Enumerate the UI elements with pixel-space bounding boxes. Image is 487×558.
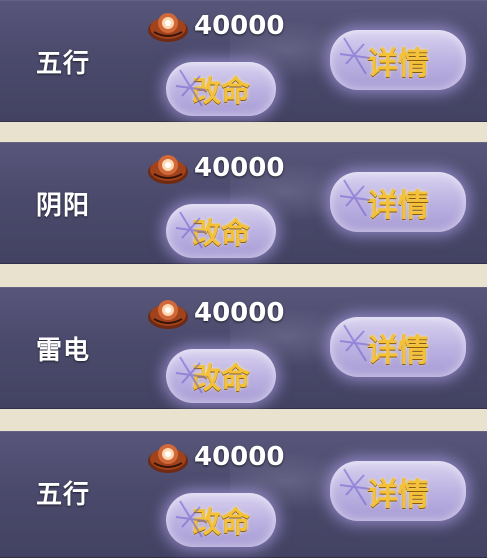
change-fate-button[interactable]: 改命 [166, 493, 276, 547]
purple-rune-icon [175, 356, 207, 394]
purple-rune-icon [175, 211, 207, 249]
change-fate-button[interactable]: 改命 [166, 62, 276, 116]
details-button[interactable]: 详情 [330, 30, 466, 90]
cost-display: 40000 [146, 439, 284, 475]
purple-rune-icon [175, 500, 207, 538]
change-fate-button[interactable]: 改命 [166, 349, 276, 403]
cost-value: 40000 [194, 11, 285, 41]
row-title: 五行 [36, 49, 91, 79]
purple-rune-icon [175, 69, 207, 107]
purple-rune-icon [339, 37, 371, 75]
purple-rune-icon [339, 468, 371, 506]
cost-value: 40000 [194, 153, 285, 183]
row-title: 雷电 [36, 336, 91, 366]
red-orb-coin-icon [146, 8, 190, 44]
details-label: 详情 [367, 332, 429, 369]
list-item: 五行 40000 改命 详情 [0, 0, 487, 122]
details-label: 详情 [367, 45, 429, 82]
details-label: 详情 [367, 476, 429, 513]
list-item: 阴阳 40000 改命 详情 [0, 142, 487, 264]
cost-display: 40000 [146, 8, 284, 44]
red-orb-coin-icon [146, 150, 190, 186]
list-item: 雷电 40000 改命 详情 [0, 287, 487, 409]
purple-rune-icon [339, 179, 371, 217]
purple-rune-icon [339, 324, 371, 362]
details-button[interactable]: 详情 [330, 461, 466, 521]
cost-value: 40000 [194, 442, 285, 472]
list-item: 五行 40000 改命 详情 [0, 431, 487, 558]
cost-value: 40000 [194, 298, 285, 328]
row-title: 五行 [36, 480, 91, 510]
details-button[interactable]: 详情 [330, 172, 466, 232]
fate-list: 五行 40000 改命 详情 阴阳 40000 改命 详情 雷电 40000 改… [0, 0, 487, 558]
details-button[interactable]: 详情 [330, 317, 466, 377]
red-orb-coin-icon [146, 439, 190, 475]
row-title: 阴阳 [36, 191, 91, 221]
cost-display: 40000 [146, 295, 284, 331]
red-orb-coin-icon [146, 295, 190, 331]
change-fate-button[interactable]: 改命 [166, 204, 276, 258]
details-label: 详情 [367, 187, 429, 224]
cost-display: 40000 [146, 150, 284, 186]
